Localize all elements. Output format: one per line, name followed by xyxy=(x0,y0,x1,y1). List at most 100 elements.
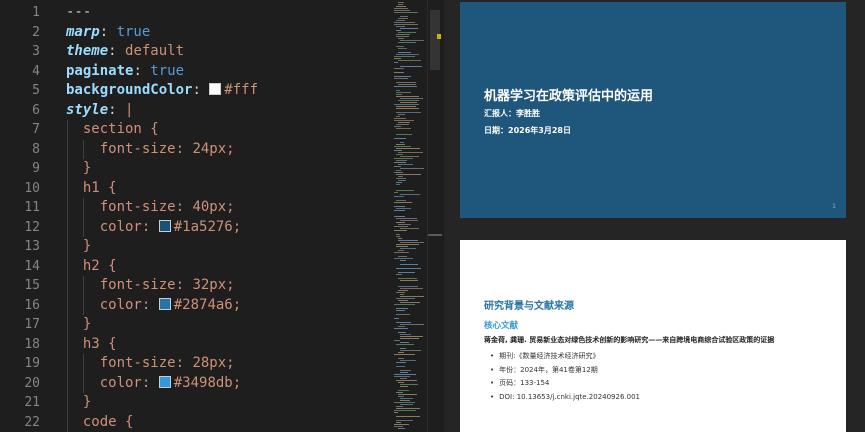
slide-1-title[interactable]: 机器学习在政策评估中的运用 汇报人：李胜胜 日期：2026年3月28日 1 xyxy=(460,2,846,218)
code-line-22: code { xyxy=(82,413,134,430)
code-editor[interactable]: 1 2 3 4 5 6 7 8 9 10 11 12 13 14 15 16 1… xyxy=(0,0,390,432)
minimap-line xyxy=(396,30,401,31)
minimap-line xyxy=(394,146,411,147)
minimap-line xyxy=(396,310,405,311)
minimap-line xyxy=(400,260,406,261)
editor-minimap[interactable] xyxy=(392,0,426,432)
minimap-line xyxy=(394,158,413,159)
line-number: 8 xyxy=(32,141,40,157)
css-property: font-size xyxy=(99,140,176,157)
line-number: 12 xyxy=(24,219,40,235)
slide-page-number: 1 xyxy=(832,203,836,210)
yaml-key: theme xyxy=(66,43,109,59)
css-value: #2874a6 xyxy=(173,296,233,313)
minimap-line xyxy=(398,256,407,257)
code-line-3: theme: default xyxy=(66,43,185,59)
minimap-line xyxy=(398,278,417,279)
minimap-line xyxy=(396,116,400,117)
minimap-line xyxy=(396,148,420,149)
css-property: color xyxy=(99,374,142,391)
minimap-line xyxy=(400,384,418,385)
minimap-line xyxy=(394,216,405,217)
minimap-line xyxy=(396,82,416,83)
minimap-line xyxy=(394,412,398,413)
minimap-line xyxy=(394,12,418,13)
minimap-line xyxy=(396,154,403,155)
line-number: 5 xyxy=(32,83,40,98)
minimap-line xyxy=(398,32,416,33)
minimap-line xyxy=(394,252,409,253)
minimap-line xyxy=(400,370,411,371)
minimap-line xyxy=(396,268,421,269)
minimap-line xyxy=(400,168,424,169)
minimap-line xyxy=(396,274,402,275)
css-property: font-size xyxy=(99,199,176,215)
minimap-line xyxy=(398,300,408,301)
minimap-line xyxy=(396,26,405,27)
minimap-line xyxy=(398,84,416,85)
minimap-line xyxy=(396,222,405,223)
code-line-21: } xyxy=(82,394,92,410)
minimap-line xyxy=(396,392,403,393)
minimap-line xyxy=(394,318,399,319)
color-swatch-h1[interactable] xyxy=(158,219,171,232)
minimap-line xyxy=(396,108,419,109)
minimap-line xyxy=(396,246,408,247)
minimap-line xyxy=(400,342,409,343)
minimap-line xyxy=(400,280,418,281)
code-line-4: paginate: true xyxy=(66,62,185,79)
minimap-line xyxy=(394,410,416,411)
minimap-line xyxy=(394,226,408,227)
minimap-line xyxy=(398,114,405,115)
minimap-line xyxy=(396,322,411,323)
yaml-block-indicator: | xyxy=(125,101,134,118)
minimap-line xyxy=(396,178,406,179)
minimap-line xyxy=(400,98,423,99)
yaml-key: backgroundColor xyxy=(66,82,193,98)
minimap-line xyxy=(398,100,419,101)
line-number: 15 xyxy=(24,278,40,293)
minimap-line xyxy=(396,106,416,107)
minimap-line xyxy=(394,376,410,377)
minimap-line xyxy=(396,236,400,237)
minimap-line xyxy=(400,334,411,335)
marp-preview-pane[interactable]: 机器学习在政策评估中的运用 汇报人：李胜胜 日期：2026年3月28日 1 研究… xyxy=(444,0,865,432)
slide-2-background[interactable]: 研究背景与文献来源 核心文献 蒋金荷, 龚珊. 贸易新业态对绿色技术创新的影响研… xyxy=(460,240,846,432)
color-swatch-white[interactable] xyxy=(209,83,222,95)
minimap-line xyxy=(398,52,411,53)
minimap-line xyxy=(394,138,406,139)
minimap-line xyxy=(400,302,420,303)
scrollbar-position-indicator xyxy=(428,234,442,236)
line-number: 3 xyxy=(32,44,40,59)
minimap-line xyxy=(398,428,405,429)
minimap-line xyxy=(396,144,405,145)
minimap-line xyxy=(400,294,404,295)
code-line-17: } xyxy=(82,316,92,332)
code-text-area[interactable]: --- marp: true theme: default paginate: … xyxy=(66,0,390,432)
minimap-line xyxy=(400,248,416,249)
line-number: 17 xyxy=(24,317,40,332)
minimap-line xyxy=(394,56,415,57)
minimap-line xyxy=(394,210,405,211)
minimap-line xyxy=(400,404,413,405)
minimap-line xyxy=(398,180,406,181)
minimap-line xyxy=(396,362,406,363)
line-number: 13 xyxy=(24,239,40,254)
color-swatch-h2[interactable] xyxy=(158,297,171,310)
minimap-line xyxy=(396,34,410,35)
minimap-line xyxy=(394,206,405,207)
editor-scrollbar[interactable] xyxy=(427,0,442,432)
css-selector: code xyxy=(82,413,117,430)
minimap-line xyxy=(396,94,402,95)
minimap-line xyxy=(396,184,400,185)
code-line-10: h1 { xyxy=(82,179,117,196)
code-line-13: } xyxy=(82,238,92,254)
line-number: 19 xyxy=(24,356,40,371)
slide-reporter: 汇报人：李胜胜 xyxy=(484,109,540,118)
minimap-line xyxy=(400,16,408,17)
color-swatch-h3[interactable] xyxy=(158,375,171,388)
line-number-gutter: 1 2 3 4 5 6 7 8 9 10 11 12 13 14 15 16 1… xyxy=(0,0,48,432)
scrollbar-thumb[interactable] xyxy=(430,10,440,70)
minimap-line xyxy=(396,20,405,21)
minimap-line xyxy=(400,336,423,337)
